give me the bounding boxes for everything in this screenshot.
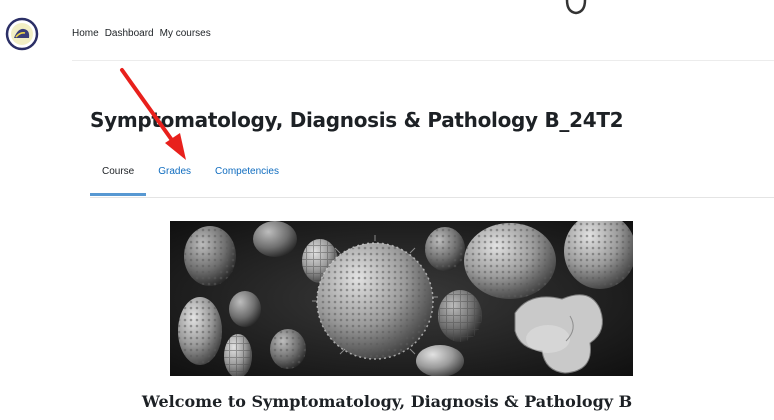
nav-dashboard-link[interactable]: Dashboard (105, 28, 154, 39)
page-title: Symptomatology, Diagnosis & Pathology B_… (90, 108, 624, 132)
nav-home-link[interactable]: Home (72, 28, 99, 39)
site-logo-icon[interactable] (4, 16, 40, 52)
course-banner-image (170, 221, 633, 376)
tab-course[interactable]: Course (90, 164, 147, 198)
course-page: Home Dashboard My courses Symptomatology… (0, 0, 774, 420)
tabs-divider (90, 197, 774, 198)
course-secondary-navigation: Course Grades Competencies (90, 164, 291, 198)
welcome-heading: Welcome to Symptomatology, Diagnosis & P… (141, 392, 633, 411)
pollen-microscopy-image (170, 221, 633, 376)
navbar-divider (72, 60, 774, 61)
tab-competencies[interactable]: Competencies (203, 164, 291, 198)
partial-top-icon (565, 0, 587, 15)
primary-navigation: Home Dashboard My courses (72, 28, 211, 39)
nav-my-courses-link[interactable]: My courses (160, 28, 211, 39)
tab-grades[interactable]: Grades (146, 164, 203, 198)
